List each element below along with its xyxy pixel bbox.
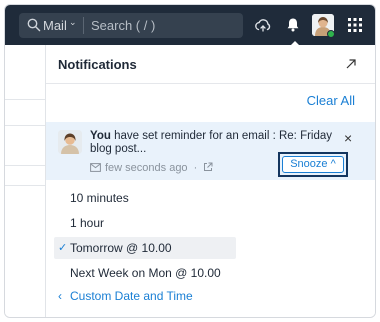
snooze-option-10-minutes[interactable]: 10 minutes (54, 187, 236, 209)
cloud-sync-icon[interactable] (253, 15, 273, 35)
notification-avatar (58, 130, 82, 154)
expand-icon[interactable] (344, 57, 358, 71)
notification-meta: few seconds ago · (90, 162, 213, 174)
custom-date-time-link[interactable]: ‹ Custom Date and Time (58, 289, 193, 303)
chevron-up-icon: ^ (330, 158, 336, 170)
snooze-focus-outline: Snooze ^ (278, 152, 348, 177)
snooze-button[interactable]: Snooze ^ (282, 156, 344, 173)
row-divider (5, 165, 45, 166)
snooze-option-next-week[interactable]: Next Week on Mon @ 10.00 (54, 262, 254, 284)
notifications-panel: Notifications Clear All You have set rem… (45, 45, 375, 317)
panel-title: Notifications (58, 57, 137, 72)
option-label: Tomorrow @ 10.00 (70, 241, 172, 255)
snooze-option-1-hour[interactable]: 1 hour (54, 212, 236, 234)
online-status-dot (327, 30, 335, 38)
search-input[interactable]: Search ( / ) (91, 18, 155, 33)
option-label: Next Week on Mon @ 10.00 (70, 266, 221, 280)
notification-actor: You (90, 130, 111, 142)
mail-list-underlay (5, 45, 45, 317)
clear-all-link[interactable]: Clear All (307, 93, 355, 108)
row-divider (5, 99, 45, 100)
header-divider (46, 83, 375, 84)
snooze-option-tomorrow[interactable]: ✓ Tomorrow @ 10.00 (54, 237, 236, 259)
close-icon[interactable]: × (344, 130, 352, 146)
check-icon: ✓ (58, 242, 68, 254)
custom-label: Custom Date and Time (70, 289, 193, 303)
apps-grid-icon[interactable] (345, 15, 365, 35)
search-icon (27, 18, 41, 32)
meta-separator: · (193, 162, 198, 174)
notification-time: few seconds ago (105, 162, 188, 174)
option-label: 10 minutes (70, 191, 129, 205)
search-scope[interactable]: Mail (43, 18, 67, 33)
app-frame: Mail ⌄ Search ( / ) Notifications Clear … (4, 4, 376, 318)
option-label: 1 hour (70, 216, 105, 230)
search-box[interactable]: Mail ⌄ Search ( / ) (19, 13, 243, 38)
open-external-icon[interactable] (203, 162, 213, 172)
row-divider (5, 185, 45, 186)
notification-item[interactable]: You have set reminder for an email : Re:… (46, 122, 375, 180)
row-divider (5, 125, 45, 126)
snooze-label: Snooze (290, 158, 328, 170)
top-bar: Mail ⌄ Search ( / ) (5, 5, 375, 47)
scope-chevron-icon[interactable]: ⌄ (69, 17, 77, 28)
search-separator (83, 17, 84, 34)
chevron-left-icon: ‹ (58, 289, 62, 303)
mail-icon (90, 163, 101, 172)
bell-icon[interactable] (283, 15, 303, 35)
